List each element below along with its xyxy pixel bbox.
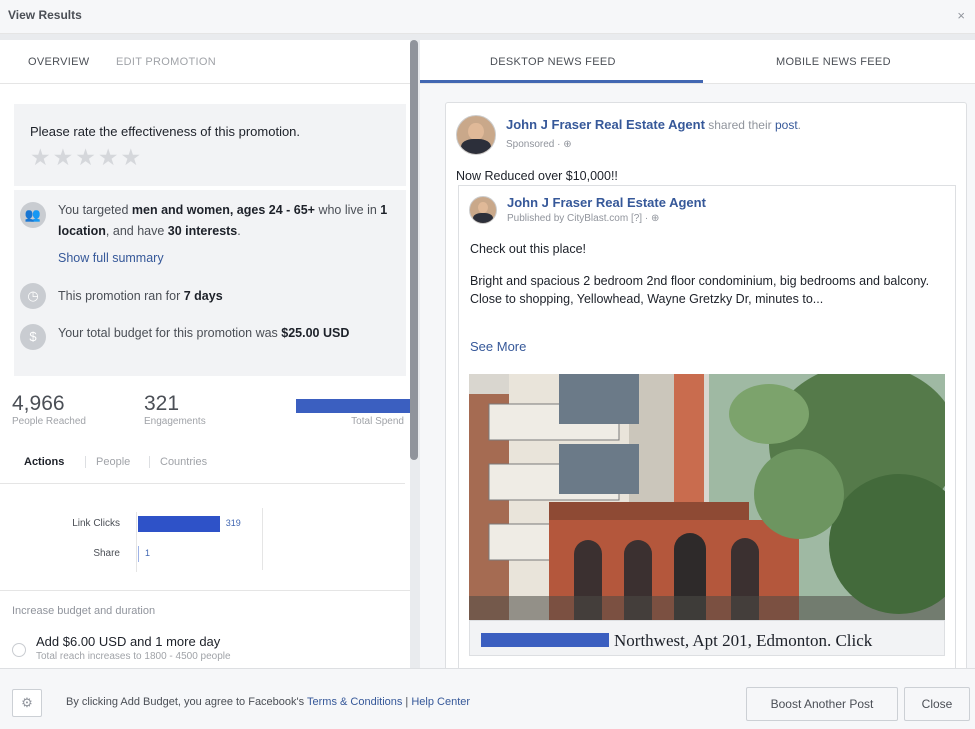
targeting-summary: You targeted men and women, ages 24 - 65… <box>58 203 388 238</box>
tab-actions[interactable]: Actions <box>24 456 64 468</box>
terms-link[interactable]: Terms & Conditions <box>307 696 402 708</box>
left-tab-bar: OVERVIEW EDIT PROMOTION <box>0 40 410 84</box>
tab-separator <box>85 456 86 468</box>
bar-label: Share <box>93 548 120 559</box>
listing-photo[interactable] <box>469 374 945 620</box>
tab-overview[interactable]: OVERVIEW <box>28 56 90 68</box>
post-preview: John J Fraser Real Estate Agent shared t… <box>445 102 967 668</box>
budget-section-title: Increase budget and duration <box>12 605 156 617</box>
add-budget-reach-estimate: Total reach increases to 1800 - 4500 peo… <box>36 651 231 662</box>
terms-notice: By clicking Add Budget, you agree to Fac… <box>66 696 471 708</box>
bar-value: 319 <box>225 518 241 528</box>
people-icon: 👥 <box>20 202 46 228</box>
right-tab-bar: DESKTOP NEWS FEED MOBILE NEWS FEED <box>420 40 975 84</box>
budget-summary: Your total budget for this promotion was… <box>58 326 350 340</box>
shared-author-link[interactable]: John J Fraser Real Estate Agent <box>507 195 706 210</box>
clock-icon: ◷ <box>20 283 46 309</box>
star-rating[interactable]: ★★★★★ <box>30 144 143 171</box>
metric-label: People Reached <box>12 416 86 427</box>
money-icon: $ <box>20 324 46 350</box>
help-center-link[interactable]: Help Center <box>411 696 470 708</box>
post-author-link[interactable]: John J Fraser Real Estate Agent <box>506 117 705 132</box>
close-button[interactable]: Close <box>904 687 970 721</box>
show-full-summary-link[interactable]: Show full summary <box>58 251 164 265</box>
gear-icon[interactable]: ⚙ <box>12 689 42 717</box>
tab-separator <box>149 456 150 468</box>
avatar[interactable] <box>456 115 496 155</box>
overview-panel: OVERVIEW EDIT PROMOTION Please rate the … <box>0 40 410 668</box>
shared-description: Bright and spacious 2 bedroom 2nd floor … <box>470 274 930 306</box>
post-link[interactable]: post <box>775 118 798 132</box>
metric-label: Engagements <box>144 416 206 427</box>
tab-edit-promotion[interactable]: EDIT PROMOTION <box>116 56 216 68</box>
duration-summary: This promotion ran for 7 days <box>58 289 223 303</box>
sponsored-label: Sponsored · ⊕ <box>506 139 572 150</box>
boost-another-post-button[interactable]: Boost Another Post <box>746 687 898 721</box>
see-more-link[interactable]: See More <box>470 339 526 354</box>
metric-value: 4,966 <box>12 392 65 415</box>
metric-people-reached: 4,966 People Reached <box>12 392 86 427</box>
dialog-header: View Results × <box>0 0 975 34</box>
actions-tab-bar: Actions People Countries <box>0 450 405 484</box>
post-header: John J Fraser Real Estate Agent shared t… <box>506 117 801 132</box>
redaction-bar <box>481 633 609 647</box>
active-tab-indicator <box>420 80 703 83</box>
bar <box>138 546 139 562</box>
tab-desktop-news-feed[interactable]: DESKTOP NEWS FEED <box>490 56 616 68</box>
rating-prompt: Please rate the effectiveness of this pr… <box>30 124 301 139</box>
close-icon[interactable]: × <box>957 8 965 23</box>
chart-axis <box>136 512 137 572</box>
avatar[interactable] <box>469 196 497 224</box>
building-photo-illustration <box>469 374 945 620</box>
chart-divider <box>262 508 263 570</box>
left-panel-scrollbar[interactable] <box>410 40 418 460</box>
metric-engagements: 321 Engagements <box>144 392 206 427</box>
preview-panel: DESKTOP NEWS FEED MOBILE NEWS FEED John … <box>420 40 975 668</box>
tab-countries[interactable]: Countries <box>160 456 207 468</box>
redaction-bar <box>296 399 410 413</box>
promotion-summary: 👥 You targeted men and women, ages 24 - … <box>14 190 406 376</box>
bar-label: Link Clicks <box>72 518 120 529</box>
tab-people[interactable]: People <box>96 456 130 468</box>
post-text: Now Reduced over $10,000!! <box>456 169 618 183</box>
rating-box: Please rate the effectiveness of this pr… <box>14 104 406 186</box>
bar <box>138 516 220 532</box>
add-budget-option[interactable]: Add $6.00 USD and 1 more day <box>36 634 220 649</box>
dialog-footer: ⚙ By clicking Add Budget, you agree to F… <box>0 668 975 729</box>
add-budget-radio[interactable] <box>12 643 26 657</box>
caption-text: Northwest, Apt 201, Edmonton. Click <box>614 631 873 650</box>
link-caption[interactable]: Northwest, Apt 201, Edmonton. Click <box>469 620 945 656</box>
metric-value: 321 <box>144 392 180 415</box>
tab-mobile-news-feed[interactable]: MOBILE NEWS FEED <box>776 56 891 68</box>
shared-post: John J Fraser Real Estate Agent Publishe… <box>458 185 956 668</box>
published-by-label: Published by CityBlast.com [?] · ⊕ <box>507 213 660 224</box>
bar-value: 1 <box>145 548 151 558</box>
increase-budget-section: Increase budget and duration Add $6.00 U… <box>0 590 410 668</box>
shared-line-1: Check out this place! <box>470 242 587 256</box>
metric-label: Total Spend <box>351 416 404 427</box>
dialog-title: View Results <box>8 8 82 22</box>
